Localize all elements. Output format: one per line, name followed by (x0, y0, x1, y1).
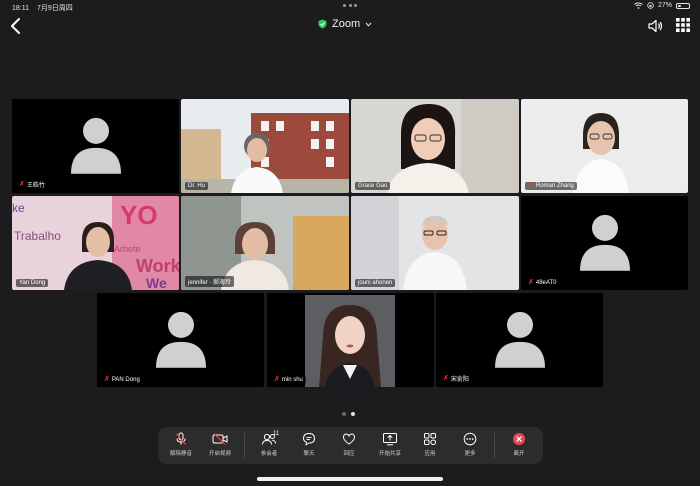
poster-text-logo: YO (120, 200, 158, 230)
meeting-header: Zoom (0, 14, 700, 38)
apps-icon (424, 433, 437, 446)
gallery-grid-icon[interactable] (676, 18, 690, 32)
mic-muted-icon: ✗ (528, 182, 534, 189)
mic-muted-icon: ✗ (443, 374, 449, 382)
video-tile-3[interactable]: Grace Gao (351, 99, 519, 193)
chevron-down-icon (365, 22, 372, 27)
apps-button[interactable]: 应用 (410, 430, 450, 462)
meeting-title: Zoom (332, 18, 361, 30)
video-feed-dr-hu (181, 99, 349, 193)
participant-name-tag: ✗ PAN Dong (101, 376, 143, 384)
avatar-placeholder-icon (70, 117, 121, 174)
meeting-title-button[interactable]: Zoom (318, 18, 372, 30)
video-tile-9[interactable]: ✗ PAN Dong (97, 293, 264, 387)
video-feed-grace-gao (351, 99, 519, 193)
react-label: 回应 (343, 451, 355, 457)
leave-icon (513, 433, 525, 445)
status-left: 18:11 7月9日周四 (12, 3, 79, 13)
back-chevron-icon[interactable] (8, 16, 26, 36)
status-right: 27% (634, 2, 690, 9)
participants-button[interactable]: 11 参会者 (249, 430, 289, 462)
toolbar-divider (244, 433, 245, 458)
toolbar-divider (494, 433, 495, 458)
meeting-controls-toolbar: 解除静音 开启视频 11 参会者 聊天 回应 开始共享 应用 更多 离开 (158, 427, 543, 464)
participant-name-tag: ✗ 宋俞阳 (440, 373, 472, 384)
mic-muted-icon: ✗ (528, 279, 534, 286)
poster-word-5: ke (12, 201, 25, 215)
participant-name-tag: ✗ 王皓竹 (16, 179, 48, 190)
unmute-button[interactable]: 解除静音 (161, 430, 201, 462)
shield-check-icon (318, 19, 327, 29)
participant-name-tag: jennifer · 郝海玲 (185, 276, 235, 287)
start-video-label: 开启视频 (208, 451, 231, 457)
video-tile-11[interactable]: ✗ 宋俞阳 (436, 293, 603, 387)
heart-icon (342, 433, 356, 445)
mic-muted-icon: ✗ (274, 376, 280, 383)
video-tile-6-active-speaker[interactable]: jennifer · 郝海玲 (181, 196, 349, 290)
avatar-placeholder-icon (494, 311, 545, 368)
status-date: 7月9日周四 (36, 5, 73, 12)
home-indicator[interactable] (257, 477, 443, 481)
participant-name-tag: ✗ Roman Zhang (525, 182, 577, 190)
video-tile-1[interactable]: ✗ 王皓竹 (12, 99, 179, 193)
poster-word-2: Arbete (114, 244, 141, 254)
start-video-button[interactable]: 开启视频 (200, 430, 240, 462)
apps-label: 应用 (424, 451, 436, 457)
leave-label: 离开 (513, 451, 525, 457)
status-bar: 18:11 7月9日周四 27% (0, 0, 700, 14)
poster-word-4: We (146, 275, 167, 290)
share-label: 开始共享 (378, 451, 401, 457)
video-tile-8[interactable]: ✗ 48eAT0 (521, 196, 688, 290)
poster-word-1: Trabalho (14, 229, 61, 243)
video-tile-5[interactable]: YO Trabalho Arbete Work We ke Yan Dong (12, 196, 179, 290)
mic-muted-icon: ✗ (19, 180, 25, 188)
orientation-lock-icon (647, 2, 654, 9)
participant-name-tag: ✗ 48eAT0 (525, 279, 560, 287)
unmute-label: 解除静音 (169, 451, 192, 457)
participants-label: 参会者 (260, 451, 278, 457)
share-screen-icon (383, 433, 397, 446)
battery-percent: 27% (657, 2, 672, 9)
leave-meeting-button[interactable]: 离开 (499, 430, 539, 462)
video-tile-10[interactable]: ✗ min shu (267, 293, 434, 387)
participant-name-tag: ✗ min shu (271, 376, 306, 384)
multitask-dots-icon[interactable] (343, 4, 357, 7)
video-feed-roman-zhang (521, 99, 688, 193)
participant-name-tag: Dr. Hu (185, 182, 209, 190)
page-dot-2[interactable] (351, 412, 355, 416)
page-indicator[interactable] (342, 412, 355, 416)
speaker-icon[interactable] (646, 17, 664, 35)
react-button[interactable]: 回应 (329, 430, 369, 462)
mic-muted-icon (176, 432, 186, 445)
video-tile-4[interactable]: ✗ Roman Zhang (521, 99, 688, 193)
participants-count-badge: 11 (273, 431, 280, 437)
video-feed-yan-dong: YO Trabalho Arbete Work We ke (12, 196, 179, 290)
battery-icon (676, 2, 690, 9)
more-dots-icon (463, 432, 477, 446)
share-screen-button[interactable]: 开始共享 (370, 430, 410, 462)
chat-label: 聊天 (303, 451, 315, 457)
more-label: 更多 (464, 451, 476, 457)
page-dot-1[interactable] (342, 412, 346, 416)
more-button[interactable]: 更多 (450, 430, 490, 462)
wifi-icon (634, 2, 643, 9)
video-tile-2[interactable]: Dr. Hu (181, 99, 349, 193)
avatar-placeholder-icon (155, 311, 206, 368)
poster-word-3: Work (136, 256, 179, 276)
chat-button[interactable]: 聊天 (289, 430, 329, 462)
video-feed-jouni-ahonen (351, 196, 519, 290)
mic-muted-icon: ✗ (104, 376, 110, 383)
participant-name-tag: jouni ahonen (355, 279, 396, 287)
status-time: 18:11 (12, 5, 29, 12)
chat-bubble-icon (302, 432, 316, 446)
participant-name-tag: Yan Dong (16, 279, 49, 287)
profile-photo-min-shu (267, 293, 434, 387)
avatar-placeholder-icon (579, 214, 630, 271)
participant-name-tag: Grace Gao (355, 182, 391, 190)
video-off-icon (212, 433, 228, 445)
video-tile-7[interactable]: jouni ahonen (351, 196, 519, 290)
